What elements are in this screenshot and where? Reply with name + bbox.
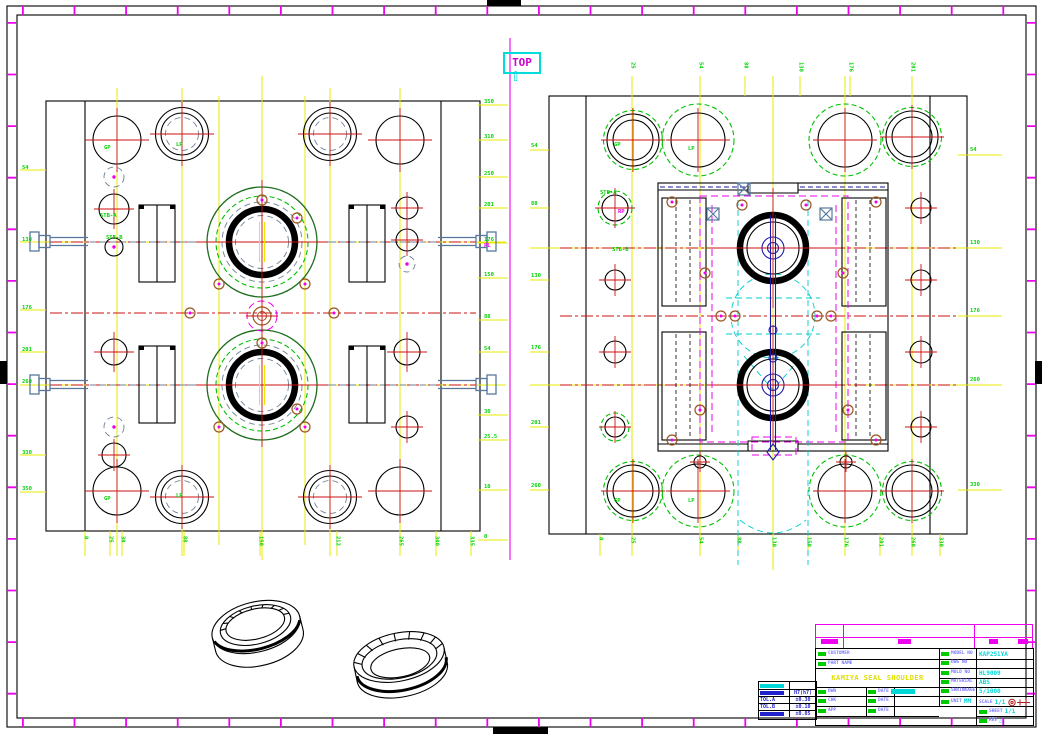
tol-value: ±0.10 bbox=[790, 703, 816, 710]
tb-unit-label: UNIT bbox=[951, 699, 962, 704]
tol-value: ±0.30 bbox=[790, 696, 816, 703]
tb-scale-value: 1/1 bbox=[995, 699, 1006, 706]
tb-sheet-value: 1/1 bbox=[1005, 708, 1016, 715]
tb-sign-row: APP bbox=[818, 708, 836, 713]
tol-bar bbox=[760, 684, 784, 688]
tb-date-label: DATE bbox=[878, 689, 889, 694]
tb-sign-row: DWN bbox=[818, 689, 836, 694]
tb-material-row: MATERIAL bbox=[941, 679, 973, 684]
sprue-center bbox=[246, 300, 278, 332]
centering-mark-top bbox=[487, 0, 521, 6]
tb-scale-row: SCALE 1/1 bbox=[979, 698, 1031, 707]
projection-symbol-icon bbox=[1007, 698, 1031, 707]
stamp-box bbox=[818, 662, 826, 666]
tb-customer-label: CUSTOMER bbox=[828, 651, 850, 656]
tb-sign-date: DATE bbox=[868, 708, 889, 713]
tb-sign-date: DATE bbox=[868, 689, 915, 694]
tb-date-label: DATE bbox=[878, 708, 889, 713]
tb-moldno-label: MOLD NO bbox=[951, 670, 970, 675]
tb-customer-row: CUSTOMER bbox=[818, 651, 850, 656]
tb-rev-value: △ bbox=[999, 717, 1003, 724]
tb-unit-row: UNIT MM bbox=[941, 698, 971, 705]
centering-mark-bottom bbox=[493, 727, 548, 734]
revision-band bbox=[815, 624, 1033, 649]
tb-shrinkage-value: 5/1000 bbox=[979, 688, 1001, 695]
tol-label: TOL.A bbox=[759, 696, 790, 703]
tb-material-value: ABS bbox=[979, 679, 990, 686]
title-block-table: CUSTOMER PART NAME KAMIYA SEAL SHOULDER … bbox=[815, 648, 1034, 726]
tol-value bbox=[790, 682, 816, 689]
tol-label: TOL.B bbox=[759, 703, 790, 710]
tb-rev-label: REV bbox=[989, 718, 997, 723]
up-arrow-icon: ⇧ bbox=[510, 66, 521, 85]
drawing-sheet: TOP ⇧ GPLPSTB-ASTB-BGPLP5413017620126033… bbox=[0, 0, 1042, 734]
signature-mark bbox=[891, 689, 915, 694]
tol-bar bbox=[760, 691, 784, 695]
title-block: CUSTOMER PART NAME KAMIYA SEAL SHOULDER … bbox=[815, 624, 1033, 724]
tb-dwgno-label: DWG NO bbox=[951, 660, 967, 665]
tb-dwgno-row: DWG NO bbox=[941, 660, 967, 665]
tol-value: H7(h7) bbox=[790, 689, 816, 696]
tolerance-table: H7(h7) TOL.A±0.30 TOL.B±0.10 ±0.05 bbox=[758, 681, 817, 720]
top-view-marker: TOP bbox=[503, 52, 541, 74]
tb-sign-row: CHK bbox=[818, 698, 836, 703]
cavity-ring-lower bbox=[187, 323, 337, 447]
tb-sheet-label: SHEET bbox=[989, 709, 1003, 714]
stamp-box bbox=[818, 652, 826, 656]
tb-dwn-label: DWN bbox=[828, 689, 836, 694]
tb-moldno-value: HL9009 bbox=[979, 670, 1001, 677]
tb-scale-label: SCALE bbox=[979, 700, 993, 705]
tb-rev-row: REV △ bbox=[979, 717, 1003, 724]
tb-app-label: APP bbox=[828, 708, 836, 713]
part-iso-left bbox=[206, 592, 309, 676]
tb-moldno-row: MOLD NO bbox=[941, 670, 970, 675]
cavity-ring-upper bbox=[187, 180, 337, 304]
tb-shrinkage-label: SHRINKAGE bbox=[951, 688, 975, 693]
tb-part-title: KAMIYA SEAL SHOULDER bbox=[816, 669, 939, 686]
tb-sheet-row: SHEET 1/1 bbox=[979, 708, 1015, 715]
tol-value: ±0.05 bbox=[790, 710, 816, 717]
tb-unit-value: MM bbox=[964, 698, 971, 705]
tb-modelno-value: KAP251YA bbox=[979, 651, 1008, 658]
tb-date-label: DATE bbox=[878, 698, 889, 703]
tb-material-label: MATERIAL bbox=[951, 679, 973, 684]
tb-modelno-label: MODEL NO bbox=[951, 651, 973, 656]
tb-sign-date: DATE bbox=[868, 698, 889, 703]
centering-mark-right bbox=[1035, 361, 1042, 384]
tb-shrinkage-row: SHRINKAGE bbox=[941, 688, 975, 693]
centering-mark-left bbox=[0, 361, 7, 384]
tb-modelno-row: MODEL NO bbox=[941, 651, 973, 656]
right-view-drawing bbox=[530, 76, 1002, 570]
left-view-drawing bbox=[20, 38, 510, 560]
tb-partname-row: PART NAME bbox=[818, 661, 852, 666]
tb-chk-label: CHK bbox=[828, 698, 836, 703]
tb-partname-label: PART NAME bbox=[828, 661, 852, 666]
tol-bar bbox=[760, 712, 784, 716]
part-iso-right bbox=[349, 624, 452, 706]
